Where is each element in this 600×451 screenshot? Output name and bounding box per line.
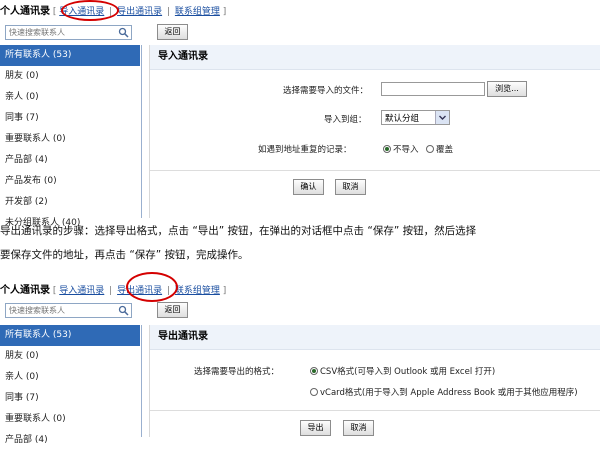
highlight-circle-export [126, 272, 178, 302]
sidebar-divider [141, 45, 142, 218]
format-label: 选择需要导出的格式： [194, 367, 280, 377]
group-manage-link[interactable]: 联系组管理 [175, 7, 220, 17]
search-input-2[interactable] [6, 304, 117, 317]
sidebar-item-friends[interactable]: 朋友 (0) [0, 66, 140, 87]
sidebar-item-friends[interactable]: 朋友 (0) [0, 346, 140, 367]
import-link-2[interactable]: 导入通讯录 [59, 286, 104, 296]
instruction-line-1: 导出通讯录的步骤：选择导出格式，点击 “导出” 按钮，在弹出的对话框中点击 “保… [0, 225, 477, 237]
sidebar-item-family[interactable]: 亲人 (0) [0, 87, 140, 108]
search-input[interactable] [6, 26, 117, 39]
page-title: 个人通讯录 [0, 6, 50, 17]
sidebar-item-colleagues[interactable]: 同事 (7) [0, 108, 140, 129]
sidebar-item-colleagues[interactable]: 同事 (7) [0, 388, 140, 409]
sidebar-item-product-release[interactable]: 产品发布 (0) [0, 171, 140, 192]
sidebar-item-all[interactable]: 所有联系人 (53) [0, 45, 140, 66]
file-path-input[interactable] [381, 82, 485, 96]
sidebar-item-product-dept[interactable]: 产品部 (4) [0, 150, 140, 171]
search-box[interactable] [5, 25, 132, 40]
format-option-vcard[interactable]: vCard格式(用于导入到 Apple Address Book 或用于其他应用… [310, 386, 578, 398]
back-button-2[interactable]: 返回 [157, 302, 188, 318]
file-label: 选择需要导入的文件： [283, 86, 369, 96]
sidebar-item-important[interactable]: 重要联系人 (0) [0, 129, 140, 150]
sidebar-item-all[interactable]: 所有联系人 (53) [0, 325, 140, 346]
radio-selected-icon[interactable] [383, 145, 391, 153]
instruction-text: 导出通讯录的步骤：选择导出格式，点击 “导出” 按钮，在弹出的对话框中点击 “保… [0, 219, 600, 267]
cancel-button[interactable]: 取消 [335, 179, 366, 195]
bottom-header: 个人通讯录 [ 导入通讯录 | 导出通讯录 | 联系组管理 ] [0, 285, 227, 296]
confirm-button[interactable]: 确认 [293, 179, 324, 195]
instruction-line-2: 要保存文件的地址，再点击 “保存” 按钮，完成操作。 [0, 249, 249, 261]
radio-selected-icon[interactable] [310, 367, 318, 375]
divider [150, 170, 600, 171]
import-pane-title: 导入通讯录 [150, 45, 600, 70]
page-title-2: 个人通讯录 [0, 285, 50, 296]
sidebar-item-family[interactable]: 亲人 (0) [0, 367, 140, 388]
export-pane: 导出通讯录 [149, 325, 600, 437]
radio-icon[interactable] [310, 388, 318, 396]
back-button[interactable]: 返回 [157, 24, 188, 40]
sidebar: 所有联系人 (53) 朋友 (0) 亲人 (0) 同事 (7) 重要联系人 (0… [0, 45, 140, 234]
highlight-circle-import [61, 0, 119, 21]
search-icon[interactable] [118, 27, 129, 38]
group-manage-link-2[interactable]: 联系组管理 [175, 286, 220, 296]
dup-option-skip[interactable]: 不导入 [383, 143, 419, 155]
browse-button[interactable]: 浏览... [487, 81, 527, 97]
group-select[interactable]: 默认分组 [381, 110, 450, 125]
sidebar-divider-2 [141, 325, 142, 437]
sidebar-item-important[interactable]: 重要联系人 (0) [0, 409, 140, 430]
sidebar-item-dev-dept[interactable]: 开发部 (2) [0, 192, 140, 213]
group-label: 导入到组： [324, 115, 367, 125]
search-icon[interactable] [118, 305, 129, 316]
dup-option-overwrite[interactable]: 覆盖 [426, 143, 453, 155]
import-pane: 导入通讯录 [149, 45, 600, 218]
group-select-value: 默认分组 [385, 114, 420, 124]
export-link[interactable]: 导出通讯录 [117, 7, 162, 17]
chevron-down-icon[interactable] [435, 111, 449, 124]
export-button[interactable]: 导出 [300, 420, 331, 436]
format-option-csv[interactable]: CSV格式(可导入到 Outlook 或用 Excel 打开) [310, 365, 495, 377]
radio-icon[interactable] [426, 145, 434, 153]
export-pane-title: 导出通讯录 [150, 325, 600, 350]
sidebar-2: 所有联系人 (53) 朋友 (0) 亲人 (0) 同事 (7) 重要联系人 (0… [0, 325, 140, 451]
divider-2 [150, 410, 600, 411]
export-cancel-button[interactable]: 取消 [343, 420, 374, 436]
sidebar-item-product-dept[interactable]: 产品部 (4) [0, 430, 140, 451]
duplicate-label: 如遇到地址重复的记录： [258, 145, 352, 155]
search-box-2[interactable] [5, 303, 132, 318]
